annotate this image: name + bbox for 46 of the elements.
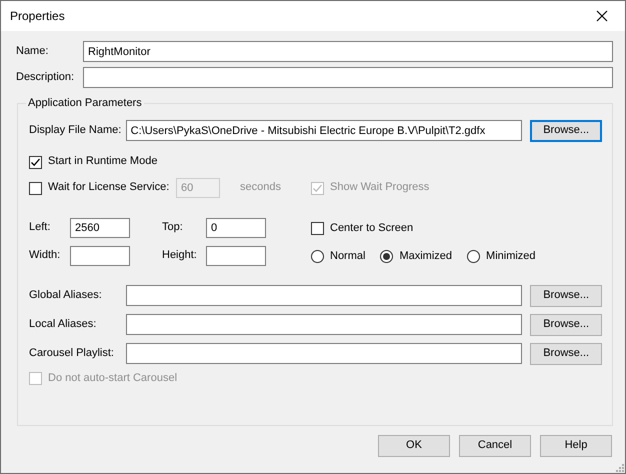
- field-label: Local Aliases:: [29, 318, 98, 332]
- window-title: Properties: [10, 8, 65, 24]
- browse-button[interactable]: Browse...: [530, 120, 602, 142]
- checkbox[interactable]: [311, 222, 324, 236]
- resize-grip-icon[interactable]: [615, 463, 624, 472]
- radio-label: Maximized: [399, 250, 452, 264]
- field-label: Top:: [162, 221, 184, 235]
- dialog-button[interactable]: Help: [540, 435, 612, 457]
- field-label: Width:: [29, 249, 62, 263]
- number-field[interactable]: 0: [206, 218, 266, 238]
- file-path-field[interactable]: C:\Users\PykaS\OneDrive - Mitsubishi Electric Europe B.V\Pulpit\T2.gdfx: [126, 120, 522, 141]
- text-field[interactable]: RightMonitor: [83, 41, 613, 62]
- checkbox-label: Do not auto-start Carousel: [48, 372, 178, 386]
- checkbox-label: Start in Runtime Mode: [48, 155, 158, 169]
- checkbox-label: Wait for License Service:: [48, 181, 170, 195]
- radio-label: Minimized: [486, 250, 536, 264]
- field-label: Name:: [16, 44, 50, 58]
- browse-button[interactable]: Browse...: [530, 342, 602, 364]
- field-label: Left:: [29, 221, 52, 235]
- text-field[interactable]: [126, 285, 522, 306]
- number-field[interactable]: 2560: [70, 218, 130, 238]
- text-field[interactable]: [126, 314, 522, 335]
- text-field[interactable]: [83, 67, 613, 88]
- browse-button[interactable]: Browse...: [530, 314, 602, 336]
- field-label: Global Aliases:: [29, 288, 103, 302]
- radio-button[interactable]: [380, 250, 394, 264]
- field-label: Display File Name:: [29, 124, 122, 138]
- unit-label: seconds: [240, 181, 282, 195]
- field-label: Height:: [162, 249, 198, 263]
- checkbox[interactable]: [29, 156, 42, 168]
- browse-button[interactable]: Browse...: [530, 284, 602, 306]
- field-label: Carousel Playlist:: [29, 346, 115, 360]
- number-field[interactable]: [70, 246, 130, 266]
- checkbox[interactable]: [29, 182, 42, 194]
- field-label: Description:: [16, 70, 76, 84]
- dialog-button[interactable]: Cancel: [459, 435, 531, 457]
- checkbox-label: Show Wait Progress: [330, 181, 430, 195]
- checkbox-label: Center to Screen: [330, 222, 414, 236]
- radio-button[interactable]: [311, 250, 324, 264]
- radio-label: Normal: [330, 250, 366, 264]
- close-icon: [596, 10, 608, 22]
- number-field[interactable]: [206, 246, 266, 266]
- text-field[interactable]: [126, 343, 522, 364]
- radio-button[interactable]: [467, 250, 480, 264]
- group-title: Application Parameters: [27, 98, 143, 109]
- dialog-button[interactable]: OK: [378, 435, 450, 457]
